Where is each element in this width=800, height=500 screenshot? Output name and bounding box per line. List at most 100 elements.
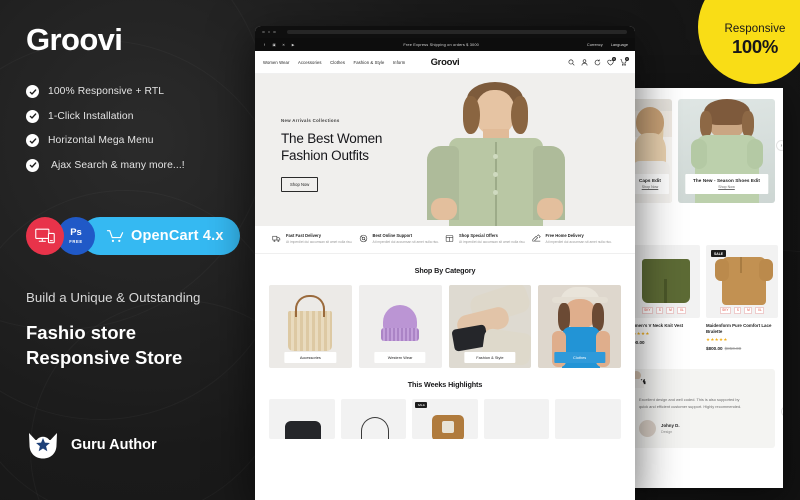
promo-card-link[interactable]: Shop Now: [690, 185, 763, 189]
product-swatches[interactable]: SKY S M XL: [628, 306, 700, 314]
highlight-card[interactable]: [555, 399, 621, 439]
category-label: Accessories: [284, 352, 337, 363]
chevron-right-icon[interactable]: ›: [776, 140, 783, 151]
compare-icon[interactable]: [594, 59, 601, 66]
address-bar[interactable]: [286, 30, 627, 34]
user-icon[interactable]: [581, 58, 588, 66]
swatch[interactable]: M: [666, 306, 675, 314]
nav-item-clothes[interactable]: Clothes: [330, 60, 345, 65]
window-minimize-dot[interactable]: [267, 30, 271, 34]
tagline-big: Fashio store Responsive Store: [26, 322, 183, 368]
window-maximize-dot[interactable]: [273, 30, 276, 34]
nav-item-accessories[interactable]: Accessories: [298, 60, 322, 65]
swatch[interactable]: SKY: [641, 306, 654, 314]
social-icons[interactable]: f ▣ ✕ ▶: [262, 42, 296, 47]
check-icon: [26, 134, 39, 147]
currency-selector[interactable]: Currency: [587, 42, 603, 47]
hero-model-image: [427, 74, 577, 226]
cart-icon[interactable]: 0: [620, 57, 629, 66]
swatch[interactable]: SKY: [719, 306, 732, 314]
promo-card-title: Caps Edit: [638, 177, 662, 183]
swatch[interactable]: XL: [677, 306, 687, 314]
service-desc: At imperdiet dui accumsan sit amet nulla…: [372, 240, 439, 245]
cart-count: 0: [625, 57, 629, 61]
swatch[interactable]: S: [656, 306, 664, 314]
category-card-clothes[interactable]: Clothes: [538, 285, 621, 368]
free-delivery-icon: [531, 234, 541, 243]
highlights-grid: SALE: [269, 399, 621, 439]
category-label: Fashion & Style: [464, 352, 516, 363]
store-logo[interactable]: Groovi: [431, 57, 460, 68]
language-selector[interactable]: Language: [611, 42, 628, 47]
sale-badge: SALE: [711, 250, 727, 257]
wishlist-icon[interactable]: 0: [607, 57, 616, 66]
delivery-truck-icon: [272, 234, 281, 243]
swatch[interactable]: M: [744, 306, 753, 314]
instagram-icon[interactable]: ▣: [272, 42, 277, 47]
chevron-right-icon[interactable]: ›: [781, 405, 783, 417]
shop-now-button[interactable]: Shop Now: [281, 177, 319, 193]
feature-item: Horizontal Mega Menu: [26, 134, 266, 147]
nav-item-inform[interactable]: Inform: [393, 60, 405, 65]
service-item: Free Home Delivery At imperdiet dui accu…: [531, 233, 619, 245]
service-item: Shop Special Offers At imperdiet dui acc…: [445, 233, 532, 245]
twitter-icon[interactable]: ✕: [281, 42, 286, 47]
announcement-message: Free Express Shipping on orders $ 3000: [403, 42, 479, 47]
feature-label: 100% Responsive + RTL: [48, 86, 165, 97]
product-name[interactable]: Maidenform Pure Comfort Lace Bralette: [706, 323, 778, 335]
product-image: SALE SKY S M XL: [706, 245, 778, 318]
check-icon: [26, 85, 39, 98]
swatch[interactable]: S: [734, 306, 742, 314]
product-card[interactable]: SKY S M XL Women's V Neck Knit Vest ★★★★…: [628, 245, 700, 351]
promo-card[interactable]: The New - Season Shoes Edit Shop Now: [678, 99, 775, 203]
store-header: Women Wear Accessories Clothes Fashion &…: [255, 51, 635, 74]
check-icon: [26, 158, 39, 172]
check-icon: [26, 109, 39, 123]
service-title: Fast Fast Delivery: [286, 233, 322, 239]
product-name[interactable]: Women's V Neck Knit Vest: [628, 323, 700, 329]
nav-item-fashion-style[interactable]: Fashion & Style: [354, 60, 385, 65]
window-close-dot[interactable]: [262, 30, 265, 34]
feature-item: 100% Responsive + RTL: [26, 85, 266, 98]
product-rating: ★★★★★: [706, 337, 728, 343]
highlight-card[interactable]: [483, 399, 550, 439]
browser-chrome: [255, 26, 635, 38]
category-label: Western Wear: [374, 352, 426, 363]
promo-card-title: The New - Season Shoes Edit: [692, 177, 761, 183]
nav-item-women-wear[interactable]: Women Wear: [263, 60, 289, 65]
product-swatches[interactable]: SKY S M XL: [706, 306, 778, 314]
secondary-preview-panel: Caps Edit Shop Now The New - Season Shoe…: [620, 88, 783, 488]
service-item: Best Online Support At imperdiet dui acc…: [359, 233, 446, 245]
announcement-controls: Currency Language: [587, 42, 628, 47]
highlight-card[interactable]: [340, 399, 407, 439]
responsive-badge-percent: 100%: [731, 35, 779, 57]
feature-label: 1-Click Installation: [48, 110, 134, 122]
product-price: $400.00: [628, 340, 700, 345]
highlight-card[interactable]: [269, 399, 335, 439]
category-label: Clothes: [553, 352, 606, 363]
announcement-bar: f ▣ ✕ ▶ Free Express Shipping on orders …: [255, 38, 635, 51]
product-card[interactable]: SALE SKY S M XL Maidenform Pure Comfort …: [706, 245, 778, 351]
author-name: Guru Author: [71, 437, 157, 453]
hero-eyebrow: New Arrivals Collections: [281, 118, 340, 123]
category-card-western-wear[interactable]: Western Wear: [358, 285, 442, 368]
highlights-section-title: This Weeks Highlights: [407, 380, 483, 389]
tagline-small: Build a Unique & Outstanding: [26, 290, 201, 305]
avatar: [629, 370, 656, 438]
search-icon[interactable]: [568, 59, 575, 66]
product-price-old: $850.00: [724, 345, 742, 351]
feature-label: Horizontal Mega Menu: [48, 135, 154, 146]
sale-badge: SALE: [415, 402, 428, 408]
swatch[interactable]: XL: [755, 306, 765, 314]
category-card-fashion-style[interactable]: Fashion & Style: [448, 285, 532, 368]
promo-column: Groovi 100% Responsive + RTL 1-Click Ins…: [26, 22, 266, 183]
service-desc: At imperdiet dui accumsan sit amet nulla…: [286, 240, 353, 245]
panel-product-row: SKY S M XL Women's V Neck Knit Vest ★★★★…: [620, 140, 783, 351]
highlight-card[interactable]: SALE: [412, 399, 478, 439]
hero-copy: New Arrivals Collections The Best Women …: [281, 118, 382, 193]
promo-card-link[interactable]: Shop Now: [636, 185, 664, 189]
opencart-badge: OpenCart 4.x: [81, 217, 240, 255]
facebook-icon[interactable]: f: [262, 42, 267, 47]
category-card-accessories[interactable]: Accessories: [269, 285, 352, 368]
service-features-strip: Fast Fast Delivery At imperdiet dui accu…: [255, 226, 635, 254]
